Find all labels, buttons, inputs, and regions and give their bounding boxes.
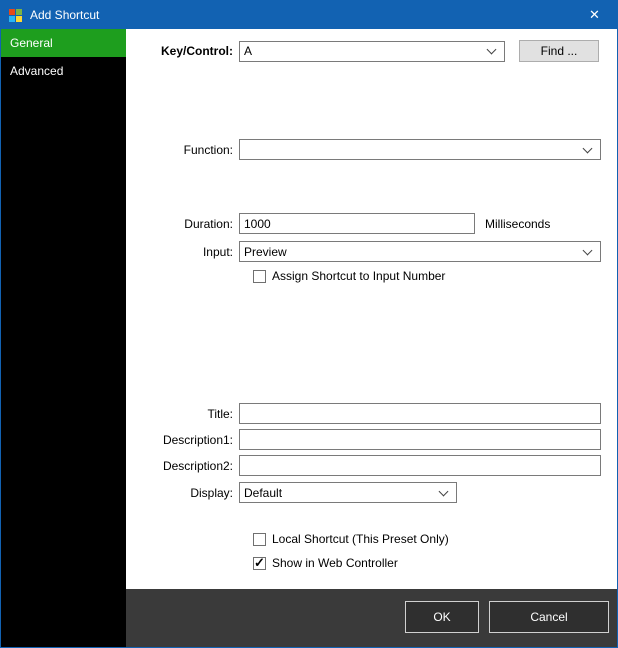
title-input[interactable] bbox=[239, 403, 601, 424]
cancel-button[interactable]: Cancel bbox=[489, 601, 609, 633]
footer-bar: OK Cancel bbox=[126, 589, 617, 647]
checkbox-label: Local Shortcut (This Preset Only) bbox=[272, 532, 449, 546]
duration-label: Duration: bbox=[126, 217, 239, 231]
close-icon[interactable]: ✕ bbox=[572, 1, 617, 29]
window-title: Add Shortcut bbox=[30, 8, 99, 22]
sidebar-item-label: Advanced bbox=[10, 64, 63, 78]
description2-label: Description2: bbox=[126, 459, 239, 473]
add-shortcut-dialog: Add Shortcut ✕ General Advanced Key/Cont… bbox=[0, 0, 618, 648]
chevron-down-icon bbox=[583, 143, 593, 153]
web-controller-checkbox[interactable]: Show in Web Controller bbox=[253, 556, 398, 570]
checkbox-box bbox=[253, 270, 266, 283]
checkbox-label: Show in Web Controller bbox=[272, 556, 398, 570]
input-value: Preview bbox=[244, 245, 287, 259]
input-combobox[interactable]: Preview bbox=[239, 241, 601, 262]
general-tab-panel: Key/Control: A Find ... Function: Durati… bbox=[126, 29, 618, 591]
sidebar-item-general[interactable]: General bbox=[1, 29, 126, 57]
assign-shortcut-checkbox[interactable]: Assign Shortcut to Input Number bbox=[253, 269, 445, 283]
ok-button[interactable]: OK bbox=[405, 601, 479, 633]
titlebar: Add Shortcut ✕ bbox=[1, 1, 617, 29]
title-label: Title: bbox=[126, 407, 239, 421]
local-shortcut-checkbox[interactable]: Local Shortcut (This Preset Only) bbox=[253, 532, 449, 546]
sidebar-item-label: General bbox=[10, 36, 53, 50]
description2-input[interactable] bbox=[239, 455, 601, 476]
description1-input[interactable] bbox=[239, 429, 601, 450]
function-label: Function: bbox=[126, 143, 239, 157]
function-combobox[interactable] bbox=[239, 139, 601, 160]
key-control-value: A bbox=[244, 44, 252, 58]
duration-input[interactable] bbox=[239, 213, 475, 234]
checkbox-box bbox=[253, 533, 266, 546]
chevron-down-icon bbox=[487, 45, 497, 55]
chevron-down-icon bbox=[583, 245, 593, 255]
app-icon bbox=[9, 9, 22, 22]
display-value: Default bbox=[244, 486, 282, 500]
checkbox-box bbox=[253, 557, 266, 570]
chevron-down-icon bbox=[439, 486, 449, 496]
checkbox-label: Assign Shortcut to Input Number bbox=[272, 269, 445, 283]
description1-label: Description1: bbox=[126, 433, 239, 447]
display-combobox[interactable]: Default bbox=[239, 482, 457, 503]
sidebar-item-advanced[interactable]: Advanced bbox=[1, 57, 126, 85]
find-button[interactable]: Find ... bbox=[519, 40, 599, 62]
key-control-label: Key/Control: bbox=[126, 44, 239, 58]
duration-units-label: Milliseconds bbox=[485, 217, 550, 231]
key-control-combobox[interactable]: A bbox=[239, 41, 505, 62]
display-label: Display: bbox=[126, 486, 239, 500]
sidebar: General Advanced bbox=[1, 29, 126, 647]
input-label: Input: bbox=[126, 245, 239, 259]
